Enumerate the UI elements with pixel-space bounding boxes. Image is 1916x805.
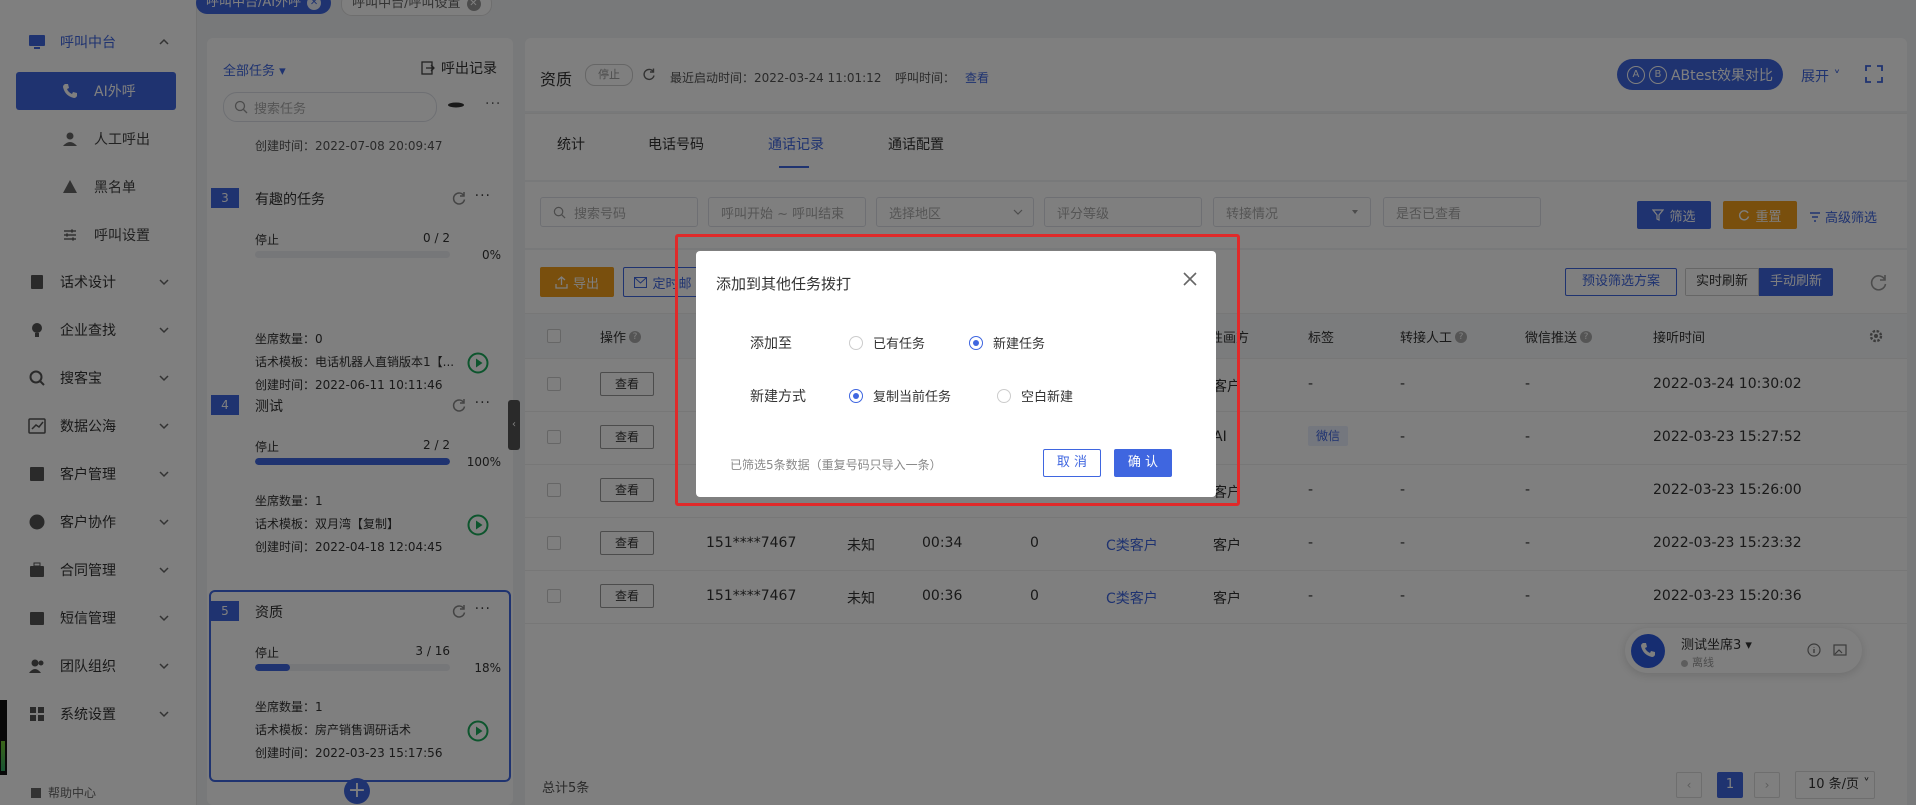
radio-label: 已有任务 bbox=[873, 337, 926, 352]
radio-dot bbox=[969, 335, 983, 350]
radio-label: 复制当前任务 bbox=[873, 390, 952, 405]
radio-label: 空白新建 bbox=[1021, 390, 1074, 405]
radio-blank-new[interactable]: 空白新建 bbox=[997, 386, 1073, 405]
dialog-title: 添加到其他任务拨打 bbox=[716, 275, 852, 293]
radio-dot bbox=[849, 388, 863, 403]
confirm-button[interactable]: 确 认 bbox=[1114, 449, 1172, 477]
add-to-task-dialog: 添加到其他任务拨打 添加至 已有任务 新建任务 新建方式 复制当前任务 空白新建… bbox=[696, 251, 1216, 497]
radio-new-task[interactable]: 新建任务 bbox=[969, 333, 1045, 352]
radio-copy-current[interactable]: 复制当前任务 bbox=[849, 386, 951, 405]
close-icon[interactable] bbox=[1182, 271, 1198, 287]
cancel-button[interactable]: 取 消 bbox=[1043, 449, 1101, 477]
add-to-label: 添加至 bbox=[750, 336, 792, 352]
radio-existing-task[interactable]: 已有任务 bbox=[849, 333, 925, 352]
radio-dot bbox=[849, 335, 863, 350]
create-method-label: 新建方式 bbox=[750, 389, 806, 405]
radio-label: 新建任务 bbox=[993, 337, 1046, 352]
radio-dot bbox=[997, 388, 1011, 403]
dialog-note: 已筛选5条数据（重复号码只导入一条） bbox=[730, 458, 942, 472]
